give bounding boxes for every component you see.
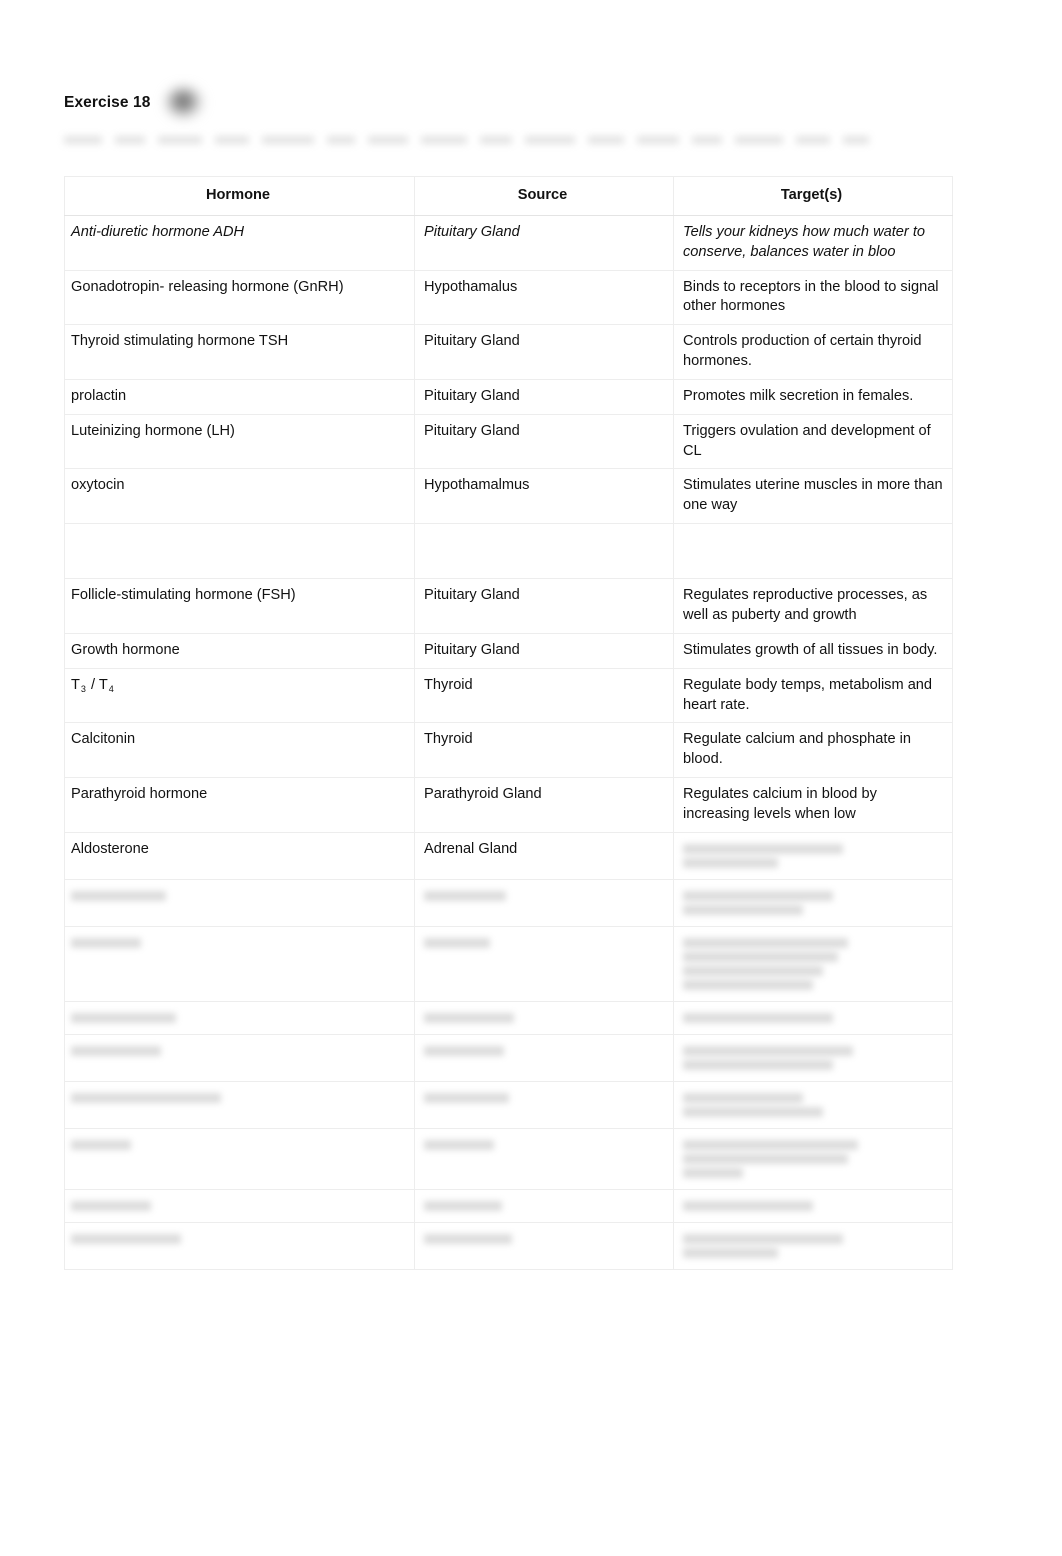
table-row: Thyroid stimulating hormone TSH Pituitary… — [64, 324, 953, 380]
cell-hormone — [64, 1221, 415, 1270]
cell-source: Thyroid — [414, 722, 674, 779]
cell-hormone: Thyroid stimulating hormone TSH — [64, 324, 415, 380]
table-row: Parathyroid hormone Parathyroid Gland Regu… — [64, 777, 953, 833]
cell-source: Adrenal Gland — [414, 831, 674, 880]
table-row — [64, 925, 953, 1002]
cell-target: Stimulates growth of all tissues in body… — [673, 632, 953, 669]
cell-target: Regulate calcium and phosphate in blood. — [673, 722, 953, 779]
cell-target: Binds to receptors in the blood to signa… — [673, 269, 953, 326]
cell-hormone: prolactin — [64, 378, 415, 415]
cell-target — [673, 831, 953, 880]
cell-source: Parathyroid Gland — [414, 777, 674, 833]
cell-target: Regulates calcium in blood by increasing… — [673, 777, 953, 833]
table-row: Calcitonin Thyroid Regulate calcium and ph… — [64, 722, 953, 779]
table-row: prolactin Pituitary Gland Promotes milk se… — [64, 378, 953, 415]
cell-hormone — [64, 523, 415, 580]
cell-target: Controls production of certain thyroid h… — [673, 324, 953, 380]
table-row — [64, 1080, 953, 1129]
cell-hormone: T3 / T4 — [64, 667, 415, 724]
table-row: Anti-diuretic hormone ADH Pituitary Gland… — [64, 214, 953, 271]
table-row — [64, 1127, 953, 1190]
table-row — [64, 1188, 953, 1223]
table-header-row: Hormone Source Target(s) — [64, 176, 953, 216]
cell-target — [673, 925, 953, 1002]
cell-source: Pituitary Gland — [414, 214, 674, 271]
cell-source — [414, 1080, 674, 1129]
page-header: Exercise 18 — [64, 86, 205, 120]
cell-hormone — [64, 1188, 415, 1223]
column-header-hormone: Hormone — [64, 176, 415, 216]
cell-target — [673, 1221, 953, 1270]
cell-source — [414, 1000, 674, 1035]
cell-hormone: Parathyroid hormone — [64, 777, 415, 833]
cell-target: Stimulates uterine muscles in more than … — [673, 468, 953, 525]
cell-source: Pituitary Gland — [414, 632, 674, 669]
table-row — [64, 523, 953, 580]
table-row: Aldosterone Adrenal Gland — [64, 831, 953, 880]
cell-source: Pituitary Gland — [414, 378, 674, 415]
table-body: Anti-diuretic hormone ADH Pituitary Gland… — [64, 214, 953, 1270]
cell-target — [673, 523, 953, 580]
cell-target: Promotes milk secretion in females. — [673, 378, 953, 415]
cell-hormone: Growth hormone — [64, 632, 415, 669]
cell-source: Pituitary Gland — [414, 578, 674, 634]
cell-hormone: Aldosterone — [64, 831, 415, 880]
blurred-circle-redaction-icon — [164, 86, 205, 120]
table-row: Luteinizing hormone (LH) Pituitary Gland T… — [64, 413, 953, 470]
cell-target — [673, 1080, 953, 1129]
cell-hormone — [64, 878, 415, 927]
cell-hormone: Calcitonin — [64, 722, 415, 779]
cell-source: Thyroid — [414, 667, 674, 724]
cell-hormone: Follicle-stimulating hormone (FSH) — [64, 578, 415, 634]
table-row — [64, 1221, 953, 1270]
table-row: T3 / T4 Thyroid Regulate body temps, metab… — [64, 667, 953, 724]
cell-hormone — [64, 925, 415, 1002]
cell-hormone: Luteinizing hormone (LH) — [64, 413, 415, 470]
cell-source — [414, 523, 674, 580]
column-header-target: Target(s) — [673, 176, 953, 216]
cell-hormone: Gonadotropin- releasing hormone (GnRH) — [64, 269, 415, 326]
table-row: Gonadotropin- releasing hormone (GnRH) Hy… — [64, 269, 953, 326]
cell-hormone: Anti-diuretic hormone ADH — [64, 214, 415, 271]
table-row — [64, 878, 953, 927]
cell-source — [414, 1188, 674, 1223]
cell-target — [673, 1127, 953, 1190]
cell-source — [414, 1127, 674, 1190]
table-row — [64, 1000, 953, 1035]
table-header: Hormone Source Target(s) — [64, 176, 953, 216]
cell-hormone — [64, 1127, 415, 1190]
cell-hormone: oxytocin — [64, 468, 415, 525]
blurred-text-line — [64, 128, 960, 152]
column-header-source: Source — [414, 176, 674, 216]
page-title: Exercise 18 — [64, 94, 151, 111]
table-row: oxytocin Hypothamalmus Stimulates uterine … — [64, 468, 953, 525]
cell-hormone — [64, 1033, 415, 1082]
cell-source: Pituitary Gland — [414, 413, 674, 470]
cell-source: Hypothamalmus — [414, 468, 674, 525]
cell-target — [673, 1000, 953, 1035]
cell-target: Regulate body temps, metabolism and hear… — [673, 667, 953, 724]
cell-hormone — [64, 1080, 415, 1129]
cell-target: Triggers ovulation and development of CL — [673, 413, 953, 470]
table-row: Follicle-stimulating hormone (FSH) Pituit… — [64, 578, 953, 634]
cell-source — [414, 925, 674, 1002]
table-row: Growth hormone Pituitary Gland Stimulates … — [64, 632, 953, 669]
cell-target: Regulates reproductive processes, as wel… — [673, 578, 953, 634]
table-row — [64, 1033, 953, 1082]
cell-source: Hypothamalus — [414, 269, 674, 326]
cell-target: Tells your kidneys how much water to con… — [673, 214, 953, 271]
cell-target — [673, 878, 953, 927]
cell-hormone — [64, 1000, 415, 1035]
cell-source: Pituitary Gland — [414, 324, 674, 380]
cell-source — [414, 878, 674, 927]
cell-source — [414, 1221, 674, 1270]
cell-source — [414, 1033, 674, 1082]
hormone-table: Hormone Source Target(s) Anti-diuretic h… — [64, 176, 953, 1270]
cell-target — [673, 1033, 953, 1082]
cell-target — [673, 1188, 953, 1223]
